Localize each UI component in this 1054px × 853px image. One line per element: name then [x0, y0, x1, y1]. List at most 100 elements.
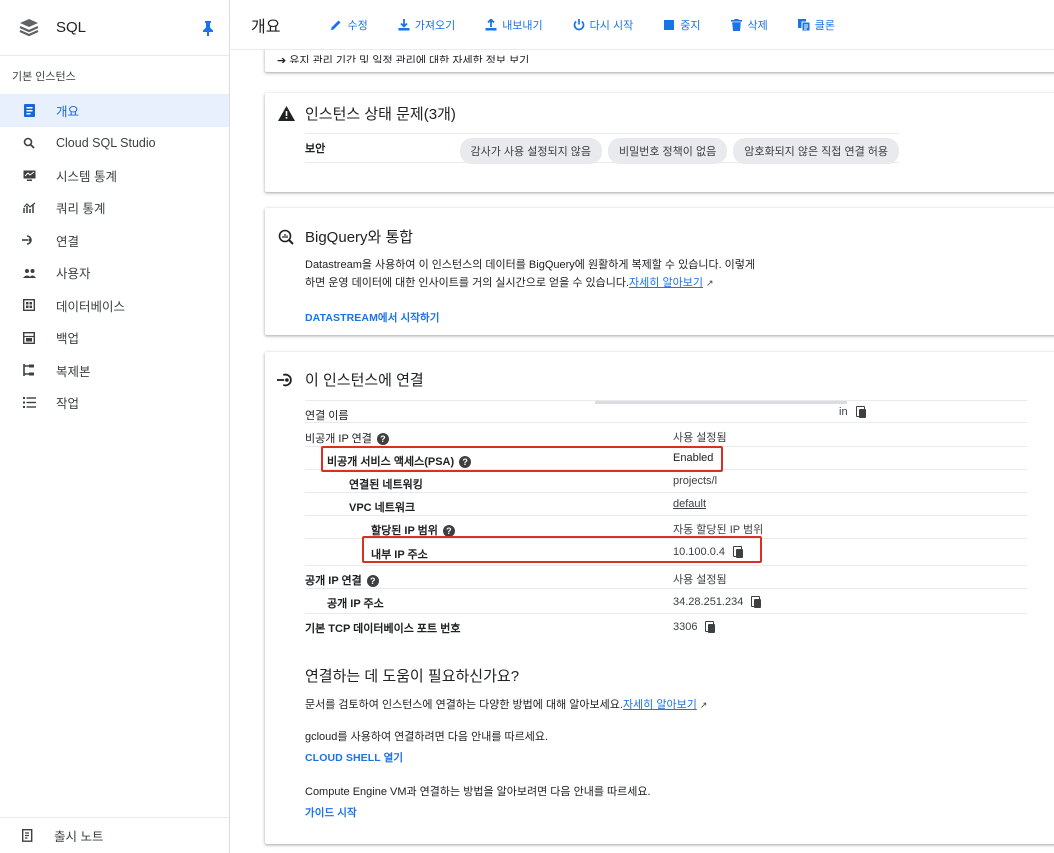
monitor-icon: [22, 168, 36, 182]
row-value: in: [839, 406, 866, 418]
stop-button[interactable]: 중지: [663, 17, 700, 33]
search-icon: [22, 136, 36, 150]
vpc-network-link[interactable]: default: [673, 498, 706, 510]
sidebar-item-label: 개요: [56, 104, 80, 119]
page-title: 개요: [251, 18, 281, 36]
open-external-icon: ↗: [699, 700, 708, 710]
public-ip-address-row: 공개 IP 주소 34.28.251.234: [305, 589, 1027, 614]
public-ip-value: 34.28.251.234: [673, 596, 744, 608]
sidebar-item-databases[interactable]: 데이터베이스: [0, 289, 229, 322]
help-icon[interactable]: ?: [376, 433, 389, 445]
sidebar-item-cloud-sql-studio[interactable]: Cloud SQL Studio: [0, 127, 229, 160]
copy-icon[interactable]: [751, 596, 762, 608]
clone-label: 클론: [814, 19, 835, 32]
connect-card: 이 인스턴스에 연결 연결 이름 in 비공개 IP 연결? 사용 설정됨 비공…: [265, 352, 1054, 844]
sidebar-item-label: 연결: [56, 234, 80, 249]
restart-button[interactable]: 다시 시작: [573, 17, 634, 33]
bigquery-title: BigQuery와 통합: [277, 226, 413, 247]
import-button[interactable]: 가져오기: [398, 17, 455, 33]
connection-name-row: 연결 이름 in: [305, 400, 1027, 423]
bigquery-card: BigQuery와 통합 Datastream을 사용하여 이 인스턴스의 데이…: [265, 208, 1054, 335]
toolbar: 개요 수정 가져오기 내보내기 다시 시작 중지 삭제 클론: [231, 0, 1054, 50]
start-guide-button[interactable]: 가이드 시작: [305, 805, 357, 820]
main-content: ➔ 유지 관리 기간 및 일정 관리에 대한 자세한 정보 보기 인스턴스 상태…: [231, 50, 1054, 853]
sidebar-item-overview[interactable]: 개요: [0, 94, 229, 127]
vm-text: Compute Engine VM과 연결하는 방법을 알아보려면 다음 안내를…: [305, 786, 651, 798]
issue-chip[interactable]: 비밀번호 정책이 없음: [608, 138, 728, 164]
sidebar-section-label: 기본 인스턴스: [12, 71, 76, 83]
learn-more-link[interactable]: 자세히 알아보기: [629, 277, 703, 289]
release-notes-link[interactable]: 출시 노트: [0, 817, 229, 853]
sidebar-item-users[interactable]: 사용자: [0, 257, 229, 290]
connect-title-text: 이 인스턴스에 연결: [305, 372, 424, 389]
health-title-text: 인스턴스 상태 문제(3개): [305, 106, 456, 123]
sidebar-item-connections[interactable]: 연결: [0, 224, 229, 257]
copy-icon[interactable]: [705, 621, 716, 633]
warning-icon: [277, 105, 295, 123]
export-button[interactable]: 내보내기: [485, 17, 543, 33]
help-icon[interactable]: ?: [366, 575, 379, 587]
connection-icon: [22, 233, 36, 247]
row-key: 비공개 IP 연결?: [305, 430, 389, 446]
health-chips: 감사가 사용 설정되지 않음 비밀번호 정책이 없음 암호화되지 않은 직접 연…: [454, 138, 899, 164]
maintenance-link-label: 유지 관리 기간 및 일정 관리에 대한 자세한 정보 보기: [289, 55, 530, 67]
cloud-sql-console: SQL 기본 인스턴스 개요 Cloud SQL Studio 시스템 통계 쿼…: [0, 0, 1054, 853]
import-label: 가져오기: [414, 19, 456, 32]
sidebar-item-system-insights[interactable]: 시스템 통계: [0, 159, 229, 192]
vpc-row: VPC 네트워크 default: [305, 493, 1027, 516]
learn-more-link[interactable]: 자세히 알아보기: [623, 699, 697, 711]
sidebar: SQL 기본 인스턴스 개요 Cloud SQL Studio 시스템 통계 쿼…: [0, 0, 230, 853]
release-notes-icon: [21, 828, 36, 843]
row-value: 자동 할당된 IP 범위: [673, 524, 764, 536]
list-icon: [22, 396, 36, 410]
clone-button[interactable]: 클론: [797, 17, 835, 33]
sidebar-item-query-insights[interactable]: 쿼리 통계: [0, 192, 229, 225]
row-key: 연결 이름: [305, 410, 349, 422]
sidebar-item-label: 쿼리 통계: [56, 202, 106, 217]
open-cloud-shell-button[interactable]: CLOUD SHELL 열기: [305, 750, 403, 765]
sidebar-item-backups[interactable]: 백업: [0, 322, 229, 355]
clone-icon: [797, 18, 810, 31]
row-key: 공개 IP 주소: [327, 598, 384, 610]
pencil-icon: [330, 19, 342, 31]
backup-icon: [22, 331, 36, 345]
row-key: 공개 IP 연결?: [305, 572, 379, 588]
issue-chip[interactable]: 암호화되지 않은 직접 연결 허용: [733, 138, 899, 164]
replica-icon: [22, 363, 36, 377]
datastream-start-button[interactable]: DATASTREAM에서 시작하기: [305, 310, 440, 325]
sidebar-item-label: 복제본: [56, 364, 91, 379]
restart-label: 다시 시작: [589, 19, 634, 32]
help-text-body: 문서를 검토하여 인스턴스에 연결하는 다양한 방법에 대해 알아보세요.: [305, 699, 623, 711]
open-external-icon: ↗: [705, 278, 714, 288]
row-value: 사용 설정됨: [673, 574, 727, 586]
sidebar-item-label: 사용자: [56, 267, 91, 282]
database-icon: [22, 298, 36, 312]
edit-button[interactable]: 수정: [330, 17, 368, 33]
chart-icon: [22, 201, 36, 215]
maintenance-link[interactable]: ➔ 유지 관리 기간 및 일정 관리에 대한 자세한 정보 보기: [277, 52, 530, 67]
bigquery-description-line1: Datastream을 사용하여 이 인스턴스의 데이터를 BigQuery에 …: [305, 259, 756, 271]
sidebar-item-label: 작업: [56, 397, 80, 412]
gcloud-text: gcloud를 사용하여 연결하려면 다음 안내를 따르세요.: [305, 731, 549, 743]
connection-icon: [277, 371, 295, 389]
bigquery-icon: [277, 228, 295, 246]
import-icon: [398, 18, 410, 31]
export-icon: [485, 18, 497, 31]
sidebar-item-label: 백업: [56, 332, 80, 347]
internal-ip-highlight-box: [362, 536, 762, 563]
port-value: 3306: [673, 621, 698, 633]
help-text: 문서를 검토하여 인스턴스에 연결하는 다양한 방법에 대해 알아보세요.자세히…: [305, 696, 707, 714]
sidebar-item-replicas[interactable]: 복제본: [0, 354, 229, 387]
connect-title: 이 인스턴스에 연결: [277, 369, 424, 390]
edit-label: 수정: [347, 19, 368, 32]
bigquery-title-text: BigQuery와 통합: [305, 229, 414, 246]
copy-icon[interactable]: [855, 406, 866, 418]
sidebar-item-operations[interactable]: 작업: [0, 387, 229, 420]
issue-chip[interactable]: 감사가 사용 설정되지 않음: [459, 138, 602, 164]
row-key: VPC 네트워크: [349, 502, 416, 514]
export-label: 내보내기: [502, 19, 543, 32]
delete-button[interactable]: 삭제: [730, 17, 768, 33]
maintenance-card: ➔ 유지 관리 기간 및 일정 관리에 대한 자세한 정보 보기: [265, 50, 1054, 72]
row-key: 기본 TCP 데이터베이스 포트 번호: [305, 623, 461, 635]
pin-icon[interactable]: [201, 20, 215, 36]
